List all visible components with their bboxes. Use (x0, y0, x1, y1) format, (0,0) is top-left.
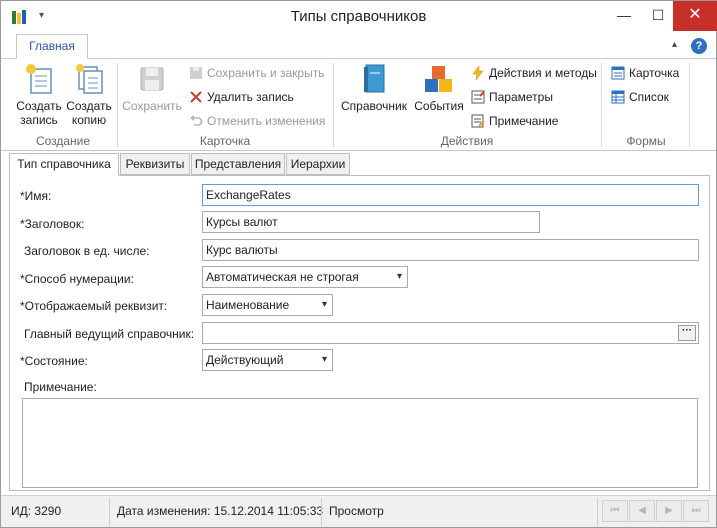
minimize-button[interactable]: — (607, 1, 641, 31)
chevron-down-icon: ▾ (321, 299, 327, 310)
note-icon (471, 114, 485, 128)
master-reference-label: Главный ведущий справочник: (24, 327, 195, 341)
parameters-label: Параметры (489, 90, 553, 104)
numbering-value: Автоматическая не строгая (206, 270, 359, 284)
tab-views[interactable]: Представления (191, 153, 285, 175)
group-divider (333, 63, 334, 147)
status-divider (597, 498, 598, 526)
delete-x-icon (190, 91, 202, 103)
ellipsis-button[interactable]: ··· (678, 325, 696, 341)
form-list-label: Список (629, 90, 669, 104)
display-attribute-value: Наименование (206, 298, 290, 312)
display-attribute-select[interactable]: Наименование ▾ (202, 294, 333, 316)
close-button[interactable]: ✕ (673, 1, 717, 31)
display-attribute-label: *Отображаемый реквизит: (20, 299, 168, 313)
note-label: Примечание (489, 114, 559, 128)
title-input[interactable]: Курсы валют (202, 211, 540, 233)
ribbon: Создать запись Создать копию Создание Со… (1, 59, 716, 151)
title-singular-label: Заголовок в ед. числе: (24, 244, 150, 258)
status-divider (321, 498, 322, 526)
parameters-icon (471, 90, 485, 104)
group-label-create: Создание (35, 134, 91, 148)
title-label: *Заголовок: (20, 217, 85, 231)
create-record-button[interactable]: Создать запись (15, 63, 63, 127)
reference-button[interactable]: Справочник (339, 63, 409, 113)
ribbon-tab-main[interactable]: Главная (16, 34, 88, 60)
modified-date: Дата изменения: 15.12.2014 11:05:33 (117, 504, 324, 518)
events-label: События (414, 99, 464, 113)
delete-record-label: Удалить запись (207, 90, 294, 104)
events-icon (425, 66, 452, 92)
delete-record-button[interactable]: Удалить запись (189, 88, 294, 106)
numbering-label: *Способ нумерации: (20, 272, 134, 286)
form-card-label: Карточка (629, 66, 680, 80)
group-label-actions: Действия (440, 134, 494, 148)
note-button[interactable]: Примечание (471, 112, 558, 130)
new-record-icon (26, 64, 52, 94)
numbering-select[interactable]: Автоматическая не строгая ▾ (202, 266, 408, 288)
master-reference-input[interactable]: ··· (202, 322, 699, 344)
next-record-icon[interactable]: ▶ (656, 500, 682, 522)
group-divider (689, 63, 690, 147)
cancel-changes-button[interactable]: Отменить изменения (189, 112, 325, 130)
list-form-icon (611, 90, 625, 104)
group-divider (601, 63, 602, 147)
title-singular-input[interactable]: Курс валюты (202, 239, 699, 261)
save-icon (140, 67, 164, 91)
help-icon[interactable]: ? (691, 38, 707, 54)
chevron-down-icon: ▾ (396, 271, 402, 282)
group-label-forms: Формы (626, 134, 666, 148)
previous-record-icon[interactable]: ◀ (629, 500, 655, 522)
lightning-icon (472, 66, 484, 80)
save-button[interactable]: Сохранить (121, 63, 183, 113)
chevron-down-icon: ▾ (321, 354, 327, 365)
note-textarea[interactable] (22, 398, 698, 488)
ribbon-tab-strip: Главная ▴ ? (1, 33, 716, 60)
title-bar: ▾ Типы справочников — ☐ ✕ (1, 1, 717, 33)
tab-reference-type[interactable]: Тип справочника (9, 153, 119, 176)
save-close-icon (190, 67, 202, 79)
record-id: ИД: 3290 (11, 504, 62, 518)
state-value: Действующий (206, 353, 284, 367)
actions-methods-label: Действия и методы (489, 66, 597, 80)
create-copy-label-1: Создать (66, 99, 112, 113)
ribbon-collapse-icon[interactable]: ▴ (672, 39, 677, 50)
state-select[interactable]: Действующий ▾ (202, 349, 333, 371)
group-label-card: Карточка (199, 134, 251, 148)
save-and-close-label: Сохранить и закрыть (207, 66, 325, 80)
actions-methods-button[interactable]: Действия и методы (471, 64, 597, 82)
cancel-changes-label: Отменить изменения (207, 114, 326, 128)
mode-indicator: Просмотр (329, 504, 384, 518)
card-form-icon (611, 66, 625, 80)
save-label: Сохранить (122, 99, 182, 113)
create-copy-button[interactable]: Создать копию (65, 63, 113, 127)
status-divider (109, 498, 110, 526)
book-icon (364, 64, 385, 93)
main-window: ▾ Типы справочников — ☐ ✕ Главная ▴ ? Со… (0, 0, 717, 528)
form-panel: *Имя: ExchangeRates *Заголовок: Курсы ва… (9, 175, 710, 491)
form-card-button[interactable]: Карточка (611, 64, 679, 82)
name-input[interactable]: ExchangeRates (202, 184, 699, 206)
last-record-icon[interactable]: ⏭ (683, 500, 709, 522)
create-record-label-2: запись (20, 113, 58, 127)
state-label: *Состояние: (20, 354, 88, 368)
copy-record-icon (76, 64, 103, 94)
maximize-button[interactable]: ☐ (641, 1, 675, 31)
parameters-button[interactable]: Параметры (471, 88, 553, 106)
name-label: *Имя: (20, 189, 52, 203)
form-list-button[interactable]: Список (611, 88, 669, 106)
status-bar: ИД: 3290 Дата изменения: 15.12.2014 11:0… (1, 495, 716, 527)
tab-hierarchies[interactable]: Иерархии (286, 153, 350, 175)
note-field-label: Примечание: (24, 380, 97, 394)
events-button[interactable]: События (411, 63, 467, 113)
tab-attributes[interactable]: Реквизиты (120, 153, 190, 175)
undo-icon (190, 115, 203, 126)
group-divider (117, 63, 118, 147)
save-and-close-button[interactable]: Сохранить и закрыть (189, 64, 324, 82)
reference-label: Справочник (341, 99, 407, 113)
create-copy-label-2: копию (71, 113, 107, 127)
create-record-label-1: Создать (16, 99, 62, 113)
first-record-icon[interactable]: ⏮ (602, 500, 628, 522)
